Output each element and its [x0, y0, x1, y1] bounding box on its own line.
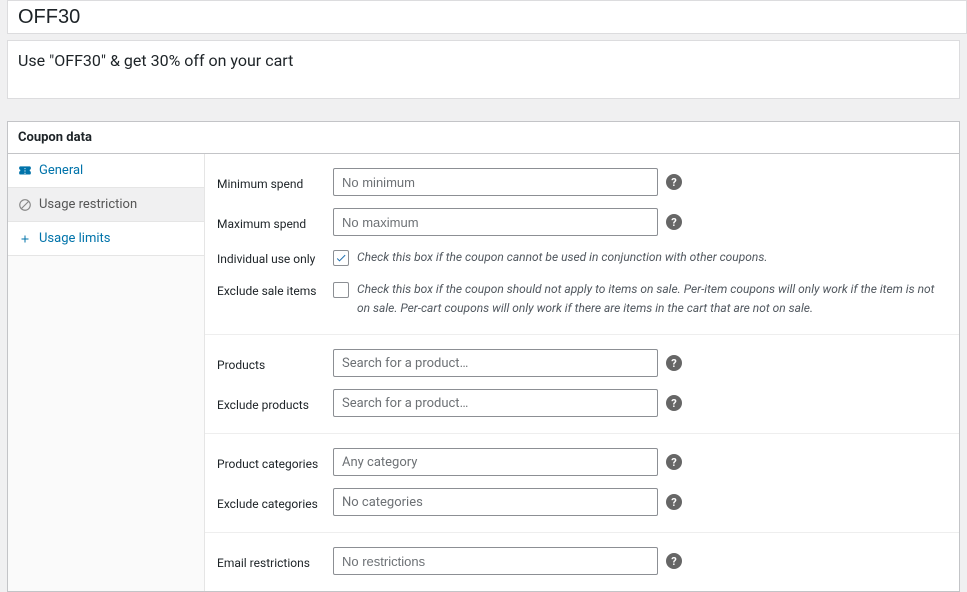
exclude-sale-checkbox[interactable] [333, 282, 349, 298]
help-icon[interactable]: ? [666, 355, 682, 371]
minimum-spend-input[interactable] [333, 168, 658, 196]
coupon-description-text: Use "OFF30" & get 30% off on your cart [8, 41, 959, 98]
individual-use-hint: Check this box if the coupon cannot be u… [357, 248, 767, 267]
email-restrictions-input[interactable] [333, 547, 658, 575]
tab-label: Usage restriction [39, 197, 137, 212]
tab-label: Usage limits [39, 231, 110, 246]
exclude-sale-hint: Check this box if the coupon should not … [357, 280, 947, 318]
help-icon[interactable]: ? [666, 553, 682, 569]
products-select[interactable]: Search for a product… [333, 349, 658, 377]
individual-use-checkbox[interactable] [333, 250, 349, 266]
help-icon[interactable]: ? [666, 494, 682, 510]
label-min-spend: Minimum spend [217, 173, 333, 191]
label-email-restrictions: Email restrictions [217, 552, 333, 570]
maximum-spend-input[interactable] [333, 208, 658, 236]
label-products: Products [217, 354, 333, 372]
product-categories-select[interactable]: Any category [333, 448, 658, 476]
label-exclude-sale: Exclude sale items [217, 280, 333, 298]
usage-restriction-content: Minimum spend ? Maximum spend ? Individu… [205, 154, 959, 591]
label-max-spend: Maximum spend [217, 213, 333, 231]
label-exclude-categories: Exclude categories [217, 493, 333, 511]
tab-label: General [39, 163, 83, 178]
tab-usage-limits[interactable]: Usage limits [8, 222, 204, 256]
label-individual: Individual use only [217, 248, 333, 266]
block-icon [18, 198, 32, 212]
coupon-description-box[interactable]: Use "OFF30" & get 30% off on your cart [7, 40, 960, 99]
label-exclude-products: Exclude products [217, 394, 333, 412]
coupon-data-panel: Coupon data General Usage restriction Us… [7, 121, 960, 592]
tabs-sidebar: General Usage restriction Usage limits [8, 154, 205, 591]
ticket-icon [18, 164, 32, 178]
help-icon[interactable]: ? [666, 395, 682, 411]
label-product-categories: Product categories [217, 453, 333, 471]
exclude-categories-select[interactable]: No categories [333, 488, 658, 516]
help-icon[interactable]: ? [666, 454, 682, 470]
exclude-products-select[interactable]: Search for a product… [333, 389, 658, 417]
help-icon[interactable]: ? [666, 214, 682, 230]
coupon-code-input[interactable] [7, 0, 967, 34]
plus-icon [18, 232, 32, 246]
help-icon[interactable]: ? [666, 174, 682, 190]
tab-usage-restriction[interactable]: Usage restriction [8, 188, 204, 222]
panel-title: Coupon data [8, 122, 959, 154]
tab-general[interactable]: General [8, 154, 204, 188]
